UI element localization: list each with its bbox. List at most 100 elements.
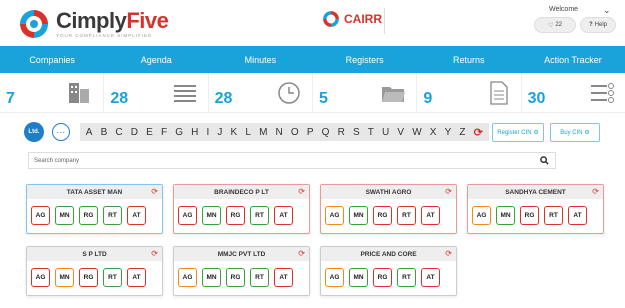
- nav-returns[interactable]: Returns: [417, 46, 521, 73]
- status-code-rg[interactable]: RG: [520, 206, 539, 225]
- status-code-rg[interactable]: RG: [79, 206, 98, 225]
- buy-cin-button[interactable]: Buy CIN ⚙: [550, 123, 600, 142]
- status-code-rt[interactable]: RT: [103, 268, 122, 287]
- letter-p[interactable]: P: [307, 127, 314, 138]
- ltd-filter-button[interactable]: Ltd.: [24, 122, 44, 142]
- status-code-rg[interactable]: RG: [226, 268, 245, 287]
- status-code-rg[interactable]: RG: [373, 268, 392, 287]
- cairr-logo[interactable]: CAIRR: [322, 10, 382, 28]
- letter-f[interactable]: F: [161, 127, 167, 138]
- company-card[interactable]: SWATHI AGRO ⟳ AG MN RG RT AT: [320, 184, 457, 234]
- letter-q[interactable]: Q: [322, 127, 330, 138]
- letter-e[interactable]: E: [146, 127, 153, 138]
- search-bar[interactable]: Search company: [28, 152, 556, 169]
- status-code-ag[interactable]: AG: [31, 268, 50, 287]
- refresh-icon[interactable]: ⟳: [592, 187, 599, 196]
- nav-action-tracker[interactable]: Action Tracker: [521, 46, 625, 73]
- status-code-rg[interactable]: RG: [373, 206, 392, 225]
- status-code-mn[interactable]: MN: [349, 206, 368, 225]
- status-code-rt[interactable]: RT: [250, 268, 269, 287]
- stat-minutes[interactable]: 28: [209, 73, 313, 112]
- letter-a[interactable]: A: [86, 127, 93, 138]
- refresh-icon[interactable]: ⟳: [151, 249, 158, 258]
- company-card[interactable]: BRAINDECO P LT ⟳ AG MN RG RT AT: [173, 184, 310, 234]
- letter-v[interactable]: V: [397, 127, 404, 138]
- letter-n[interactable]: N: [276, 127, 283, 138]
- search-input[interactable]: Search company: [34, 158, 79, 164]
- nav-minutes[interactable]: Minutes: [208, 46, 312, 73]
- status-code-ag[interactable]: AG: [178, 268, 197, 287]
- status-code-rt[interactable]: RT: [103, 206, 122, 225]
- stat-registers[interactable]: 5: [313, 73, 418, 112]
- letter-l[interactable]: L: [245, 127, 251, 138]
- status-code-mn[interactable]: MN: [202, 268, 221, 287]
- letter-t[interactable]: T: [368, 127, 374, 138]
- letter-r[interactable]: R: [338, 127, 345, 138]
- chevron-down-icon[interactable]: ⌄: [603, 5, 611, 16]
- letter-h[interactable]: H: [191, 127, 198, 138]
- status-code-at[interactable]: AT: [421, 206, 440, 225]
- company-card[interactable]: MMJC PVT LTD ⟳ AG MN RG RT AT: [173, 246, 310, 296]
- more-options-button[interactable]: ···: [51, 123, 70, 141]
- nav-registers[interactable]: Registers: [313, 46, 417, 73]
- status-code-at[interactable]: AT: [568, 206, 587, 225]
- status-code-rt[interactable]: RT: [397, 206, 416, 225]
- status-code-ag[interactable]: AG: [472, 206, 491, 225]
- letter-x[interactable]: X: [430, 127, 437, 138]
- refresh-icon[interactable]: ⟳: [445, 249, 452, 258]
- status-code-at[interactable]: AT: [274, 268, 293, 287]
- status-code-mn[interactable]: MN: [55, 206, 74, 225]
- status-code-at[interactable]: AT: [274, 206, 293, 225]
- status-code-rt[interactable]: RT: [250, 206, 269, 225]
- letter-g[interactable]: G: [175, 127, 183, 138]
- letter-j[interactable]: J: [217, 127, 222, 138]
- refresh-icon[interactable]: ⟳: [298, 187, 305, 196]
- stat-returns[interactable]: 9: [417, 73, 522, 112]
- stat-action-tracker[interactable]: 30: [522, 73, 625, 112]
- status-code-rg[interactable]: RG: [226, 206, 245, 225]
- status-code-ag[interactable]: AG: [178, 206, 197, 225]
- company-card[interactable]: PRICE AND CORE ⟳ AG MN RG RT AT: [320, 246, 457, 296]
- company-card[interactable]: S P LTD ⟳ AG MN RG RT AT: [26, 246, 163, 296]
- company-card[interactable]: TATA ASSET MAN ⟳ AG MN RG RT AT: [26, 184, 163, 234]
- brand-logo[interactable]: CimplyFive YOUR COMPLIANCE SIMPLIFIED: [18, 8, 169, 40]
- refresh-icon[interactable]: ⟳: [151, 187, 158, 196]
- status-code-mn[interactable]: MN: [202, 206, 221, 225]
- status-code-mn[interactable]: MN: [55, 268, 74, 287]
- letter-c[interactable]: C: [115, 127, 122, 138]
- help-button[interactable]: ? Help: [580, 17, 616, 33]
- nav-companies[interactable]: Companies: [0, 46, 104, 73]
- refresh-icon[interactable]: ⟳: [474, 126, 483, 139]
- letter-u[interactable]: U: [382, 127, 389, 138]
- letter-b[interactable]: B: [101, 127, 108, 138]
- status-code-mn[interactable]: MN: [496, 206, 515, 225]
- letter-i[interactable]: I: [206, 127, 209, 138]
- letter-w[interactable]: W: [412, 127, 421, 138]
- status-code-at[interactable]: AT: [127, 268, 146, 287]
- status-code-ag[interactable]: AG: [325, 206, 344, 225]
- register-cin-button[interactable]: Register CIN ⚙: [492, 123, 544, 142]
- letter-y[interactable]: Y: [445, 127, 452, 138]
- status-code-at[interactable]: AT: [127, 206, 146, 225]
- status-code-ag[interactable]: AG: [325, 268, 344, 287]
- letter-d[interactable]: D: [131, 127, 138, 138]
- status-code-mn[interactable]: MN: [349, 268, 368, 287]
- refresh-icon[interactable]: ⟳: [298, 249, 305, 258]
- status-code-rt[interactable]: RT: [544, 206, 563, 225]
- letter-o[interactable]: O: [291, 127, 299, 138]
- notification-button[interactable]: ♡ 22: [534, 17, 576, 33]
- stat-agenda[interactable]: 28: [104, 73, 209, 112]
- letter-z[interactable]: Z: [459, 127, 465, 138]
- letter-k[interactable]: K: [231, 127, 238, 138]
- refresh-icon[interactable]: ⟳: [445, 187, 452, 196]
- letter-m[interactable]: M: [259, 127, 267, 138]
- nav-agenda[interactable]: Agenda: [104, 46, 208, 73]
- company-card[interactable]: SANDHYA CEMENT ⟳ AG MN RG RT AT: [467, 184, 604, 234]
- status-code-ag[interactable]: AG: [31, 206, 50, 225]
- status-code-at[interactable]: AT: [421, 268, 440, 287]
- status-code-rg[interactable]: RG: [79, 268, 98, 287]
- letter-s[interactable]: S: [353, 127, 360, 138]
- search-icon[interactable]: [540, 156, 549, 165]
- status-code-rt[interactable]: RT: [397, 268, 416, 287]
- stat-companies[interactable]: 7: [0, 73, 105, 112]
